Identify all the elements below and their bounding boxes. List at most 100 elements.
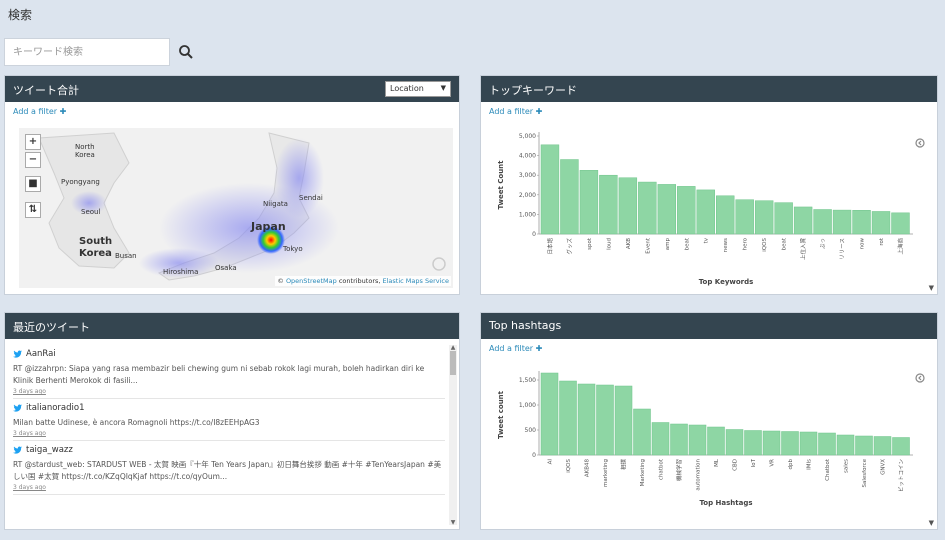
bar[interactable] — [836, 434, 855, 456]
caret-down-icon[interactable]: ▼ — [449, 519, 457, 526]
x-tick-label: 上位入賞 — [799, 238, 807, 261]
x-tick-label: AI — [548, 459, 554, 465]
panel-header: Top hashtags — [481, 313, 937, 339]
bar[interactable] — [577, 383, 596, 456]
tweet-scrollbar[interactable]: ▲ ▼ — [449, 344, 457, 526]
x-tick-label: chatbot — [659, 458, 665, 480]
fit-bounds-button[interactable]: ⇅ — [25, 202, 41, 218]
elastic-maps-link[interactable]: Elastic Maps Service — [383, 277, 449, 285]
draw-rectangle-button[interactable]: ■ — [25, 176, 41, 192]
bar[interactable] — [762, 430, 781, 456]
bar[interactable] — [633, 408, 651, 456]
x-tick-label: 機械学習 — [675, 459, 683, 481]
add-filter-link[interactable]: Add a filter ✚ — [5, 102, 459, 120]
tweet-user[interactable]: AanRai — [13, 349, 445, 359]
tweet-item[interactable]: AanRai RT @izzahrpn: Siapa yang rasa memb… — [13, 345, 445, 399]
map-label: Pyongyang — [61, 178, 100, 186]
x-tick-label: Event — [645, 237, 651, 254]
y-axis-label: Tweet Count — [497, 160, 505, 210]
x-tick-label: iQOS — [762, 238, 768, 252]
tweet-list[interactable]: AanRai RT @izzahrpn: Siapa yang rasa memb… — [13, 345, 445, 525]
tweet-text: RT @izzahrpn: Siapa yang rasa membazir b… — [13, 364, 425, 385]
bar[interactable] — [754, 200, 774, 235]
x-tick-label: tv — [704, 237, 710, 243]
bar[interactable] — [892, 437, 910, 456]
tweet-timestamp[interactable]: 3 days ago — [13, 484, 445, 491]
tweet-text: RT @stardust_web: STARDUST WEB - 太賀 映画『十… — [13, 460, 442, 481]
x-tick-label: spot — [587, 237, 593, 250]
x-tick-label: loud — [606, 238, 612, 250]
plus-icon: ✚ — [535, 344, 543, 353]
x-tick-label: ビットコイン — [897, 459, 905, 493]
bar[interactable] — [735, 199, 754, 235]
panel-header: ツイート合計 Location ▼ — [5, 76, 459, 102]
bar[interactable] — [818, 432, 836, 456]
tweet-item[interactable]: taiga_wazz RT @stardust_web: STARDUST WEB… — [13, 441, 445, 495]
bar[interactable] — [793, 206, 813, 235]
bar[interactable] — [540, 372, 559, 456]
bar[interactable] — [813, 209, 832, 235]
tweet-item[interactable]: italianoradio1 Milan batte Udinese, è anc… — [13, 399, 445, 441]
tweet-timestamp[interactable]: 3 days ago — [13, 430, 445, 437]
bar[interactable] — [599, 174, 618, 235]
bar[interactable] — [871, 211, 891, 235]
bar[interactable] — [651, 422, 670, 456]
bar[interactable] — [716, 195, 735, 235]
bar[interactable] — [579, 170, 599, 235]
y-tick-label: 1,000 — [519, 402, 536, 409]
openstreetmap-link[interactable]: OpenStreetMap — [286, 277, 337, 285]
search-icon[interactable] — [178, 44, 194, 60]
bar[interactable] — [744, 430, 762, 456]
x-tick-label: rot — [879, 237, 885, 246]
bar[interactable] — [677, 186, 696, 235]
map-label: Seoul — [81, 208, 101, 216]
x-tick-label: beat — [684, 237, 690, 250]
y-tick-label: 5,000 — [519, 133, 536, 140]
bar[interactable] — [855, 435, 873, 456]
bar[interactable] — [688, 424, 707, 456]
bar[interactable] — [873, 436, 892, 456]
tweet-timestamp[interactable]: 3 days ago — [13, 388, 445, 395]
x-tick-label: AKB — [626, 238, 632, 249]
y-tick-label: 0 — [532, 231, 536, 238]
bar[interactable] — [774, 202, 793, 235]
scroll-thumb[interactable] — [450, 351, 456, 375]
bar[interactable] — [670, 423, 688, 456]
x-tick-label: ぶっ — [820, 238, 827, 249]
recent-tweets-panel: 最近のツイート AanRai RT @izzahrpn: Siapa yang r… — [4, 312, 460, 530]
region-map[interactable]: + − ■ ⇅ North Korea Pyongyang Seoul Sout… — [19, 128, 453, 288]
bar[interactable] — [560, 159, 579, 235]
bar[interactable] — [596, 384, 614, 456]
search-input[interactable] — [4, 38, 170, 66]
bar[interactable] — [614, 385, 633, 456]
twitter-icon — [13, 446, 22, 454]
zoom-out-button[interactable]: − — [25, 152, 41, 168]
bar[interactable] — [725, 429, 744, 456]
caret-down-icon[interactable]: ▼ — [929, 284, 934, 292]
bar[interactable] — [657, 184, 677, 235]
x-tick-label: グッズ — [565, 238, 573, 255]
bar[interactable] — [781, 431, 799, 456]
bar[interactable] — [638, 181, 657, 235]
caret-up-icon[interactable]: ▲ — [449, 344, 457, 351]
bar[interactable] — [891, 212, 910, 235]
y-tick-label: 3,000 — [519, 172, 536, 179]
x-tick-label: GNVX — [881, 459, 887, 475]
add-filter-link[interactable]: Add a filter ✚ — [481, 102, 937, 120]
bar[interactable] — [707, 426, 725, 456]
bar[interactable] — [559, 380, 577, 456]
bar[interactable] — [852, 210, 871, 235]
bar[interactable] — [799, 431, 818, 456]
bar[interactable] — [696, 189, 715, 235]
bar[interactable] — [832, 209, 852, 235]
bar[interactable] — [540, 144, 560, 235]
tweet-user[interactable]: taiga_wazz — [13, 445, 445, 455]
tweet-user[interactable]: italianoradio1 — [13, 403, 445, 413]
location-select[interactable]: Location ▼ — [385, 81, 451, 97]
zoom-in-button[interactable]: + — [25, 134, 41, 150]
add-filter-link[interactable]: Add a filter ✚ — [481, 339, 937, 357]
caret-down-icon[interactable]: ▼ — [929, 519, 934, 527]
x-tick-label: automation — [696, 459, 702, 491]
bar[interactable] — [618, 177, 638, 235]
x-tick-label: Chatbot — [825, 458, 831, 481]
